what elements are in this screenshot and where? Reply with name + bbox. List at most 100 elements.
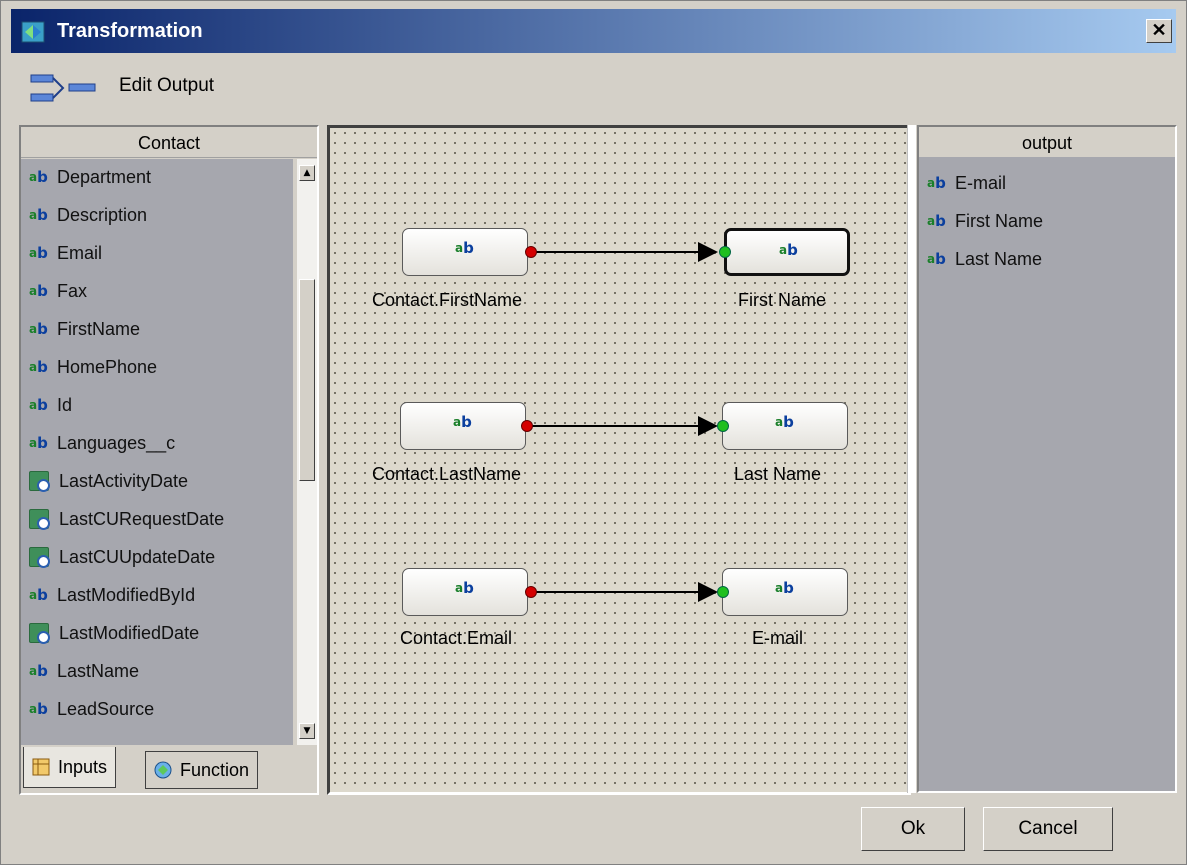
text-field-icon: ab	[29, 206, 48, 224]
date-field-icon	[29, 471, 50, 492]
tab-function[interactable]: Function	[145, 751, 259, 789]
target-label: Last Name	[734, 464, 822, 484]
list-item-label: LastName	[57, 660, 140, 681]
transformation-dialog: Transformation ✕ Edit Output Contact ab D…	[0, 0, 1187, 865]
inputs-panel-header: Contact	[21, 127, 317, 158]
list-item-label: FirstName	[57, 318, 141, 339]
text-field-icon: ab	[29, 244, 48, 262]
text-field-icon: ab	[775, 579, 794, 597]
tab-inputs-label: Inputs	[58, 756, 108, 777]
close-button[interactable]: ✕	[1146, 19, 1172, 43]
panel-tabs: Inputs Function	[21, 747, 317, 793]
list-item-label: Languages__c	[57, 432, 176, 453]
edit-output-label[interactable]: Edit Output	[119, 75, 214, 97]
output-port[interactable]	[521, 420, 533, 432]
edit-output-icon[interactable]	[29, 73, 97, 103]
list-item-label: HomePhone	[57, 356, 158, 377]
list-item-label: LastModifiedById	[57, 584, 196, 605]
list-item[interactable]: ab LastName	[29, 653, 139, 689]
text-field-icon: ab	[455, 239, 474, 257]
window-title: Transformation	[57, 20, 203, 42]
output-port[interactable]	[525, 246, 537, 258]
list-item[interactable]: LastModifiedDate	[29, 615, 199, 651]
list-item-label: LastActivityDate	[59, 470, 189, 491]
input-port[interactable]	[719, 246, 731, 258]
list-item[interactable]: ab First Name	[927, 203, 1043, 239]
input-port[interactable]	[717, 586, 729, 598]
list-item-label: First Name	[955, 210, 1044, 231]
list-item[interactable]: ab FirstName	[29, 311, 140, 347]
text-field-icon: ab	[29, 662, 48, 680]
source-label: Contact.FirstName	[372, 290, 523, 310]
vertical-scrollbar[interactable]: ▲ ▼	[297, 159, 317, 745]
text-field-icon: ab	[453, 413, 472, 431]
scroll-down-button[interactable]: ▼	[299, 723, 315, 739]
text-field-icon: ab	[779, 241, 798, 259]
output-panel-header: output	[919, 127, 1175, 157]
list-item[interactable]: ab Languages__c	[29, 425, 175, 461]
list-item-label: E-mail	[955, 172, 1007, 193]
source-label: Contact.LastName	[372, 464, 522, 484]
list-item[interactable]: LastCURequestDate	[29, 501, 224, 537]
text-field-icon: ab	[29, 700, 48, 718]
toolbar: Edit Output	[29, 67, 429, 107]
date-field-icon	[29, 547, 50, 568]
output-panel: output ab E-mail ab First Name ab Last Name	[917, 125, 1177, 793]
source-node[interactable]: ab	[402, 228, 528, 276]
target-node[interactable]: ab	[722, 402, 848, 450]
list-item[interactable]: ab Department	[29, 159, 151, 195]
text-field-icon: ab	[29, 358, 48, 376]
inputs-panel: Contact ab Department ab Description ab Ema…	[19, 125, 319, 795]
text-field-icon: ab	[29, 168, 48, 186]
list-item-label: Last Name	[955, 248, 1043, 269]
text-field-icon: ab	[927, 212, 946, 230]
text-field-icon: ab	[29, 434, 48, 452]
source-label: Contact.Email	[400, 628, 513, 648]
list-item-label: Description	[57, 204, 148, 225]
list-item[interactable]: ab LastModifiedById	[29, 577, 195, 613]
list-item-label: LastModifiedDate	[59, 622, 200, 643]
source-node[interactable]: ab	[402, 568, 528, 616]
target-node[interactable]: ab	[722, 568, 848, 616]
list-item[interactable]: LastCUUpdateDate	[29, 539, 215, 575]
list-item-label: LastCUUpdateDate	[59, 546, 216, 567]
target-node-selected[interactable]: ab	[724, 228, 850, 276]
list-item[interactable]: ab HomePhone	[29, 349, 157, 385]
text-field-icon: ab	[29, 282, 48, 300]
text-field-icon: ab	[29, 586, 48, 604]
list-item[interactable]: ab Id	[29, 387, 72, 423]
list-item-label: Email	[57, 242, 103, 263]
date-field-icon	[29, 509, 50, 530]
text-field-icon: ab	[455, 579, 474, 597]
target-label: First Name	[738, 290, 827, 310]
text-field-icon: ab	[927, 250, 946, 268]
date-field-icon	[29, 623, 50, 644]
text-field-icon: ab	[927, 174, 946, 192]
input-port[interactable]	[717, 420, 729, 432]
transformation-icon	[21, 21, 45, 43]
ok-button[interactable]: Ok	[861, 807, 965, 851]
cancel-button[interactable]: Cancel	[983, 807, 1113, 851]
scroll-up-button[interactable]: ▲	[299, 165, 315, 181]
list-item-label: Fax	[57, 280, 88, 301]
tab-function-label: Function	[180, 759, 250, 780]
list-item[interactable]: ab Email	[29, 235, 102, 271]
text-field-icon: ab	[775, 413, 794, 431]
title-bar[interactable]: Transformation ✕	[11, 9, 1176, 53]
output-port[interactable]	[525, 586, 537, 598]
list-item[interactable]: ab LeadSource	[29, 691, 154, 727]
tab-inputs[interactable]: Inputs	[23, 747, 117, 788]
list-item[interactable]: LastActivityDate	[29, 463, 188, 499]
list-item[interactable]: ab Last Name	[927, 241, 1042, 277]
source-node[interactable]: ab	[400, 402, 526, 450]
scroll-thumb[interactable]	[299, 279, 315, 481]
list-item[interactable]: ab Fax	[29, 273, 87, 309]
list-item[interactable]: ab E-mail	[927, 165, 1006, 201]
list-item-label: Id	[57, 394, 73, 415]
list-item[interactable]: ab Description	[29, 197, 147, 233]
panel-divider[interactable]	[907, 125, 916, 793]
list-item-label: LeadSource	[57, 698, 155, 719]
mapping-canvas[interactable]: ab Contact.FirstName ab First Name ab Co…	[327, 125, 911, 795]
list-item-label: LastCURequestDate	[59, 508, 225, 529]
contact-field-list: ab Department ab Description ab Email ab Fax…	[21, 159, 293, 745]
